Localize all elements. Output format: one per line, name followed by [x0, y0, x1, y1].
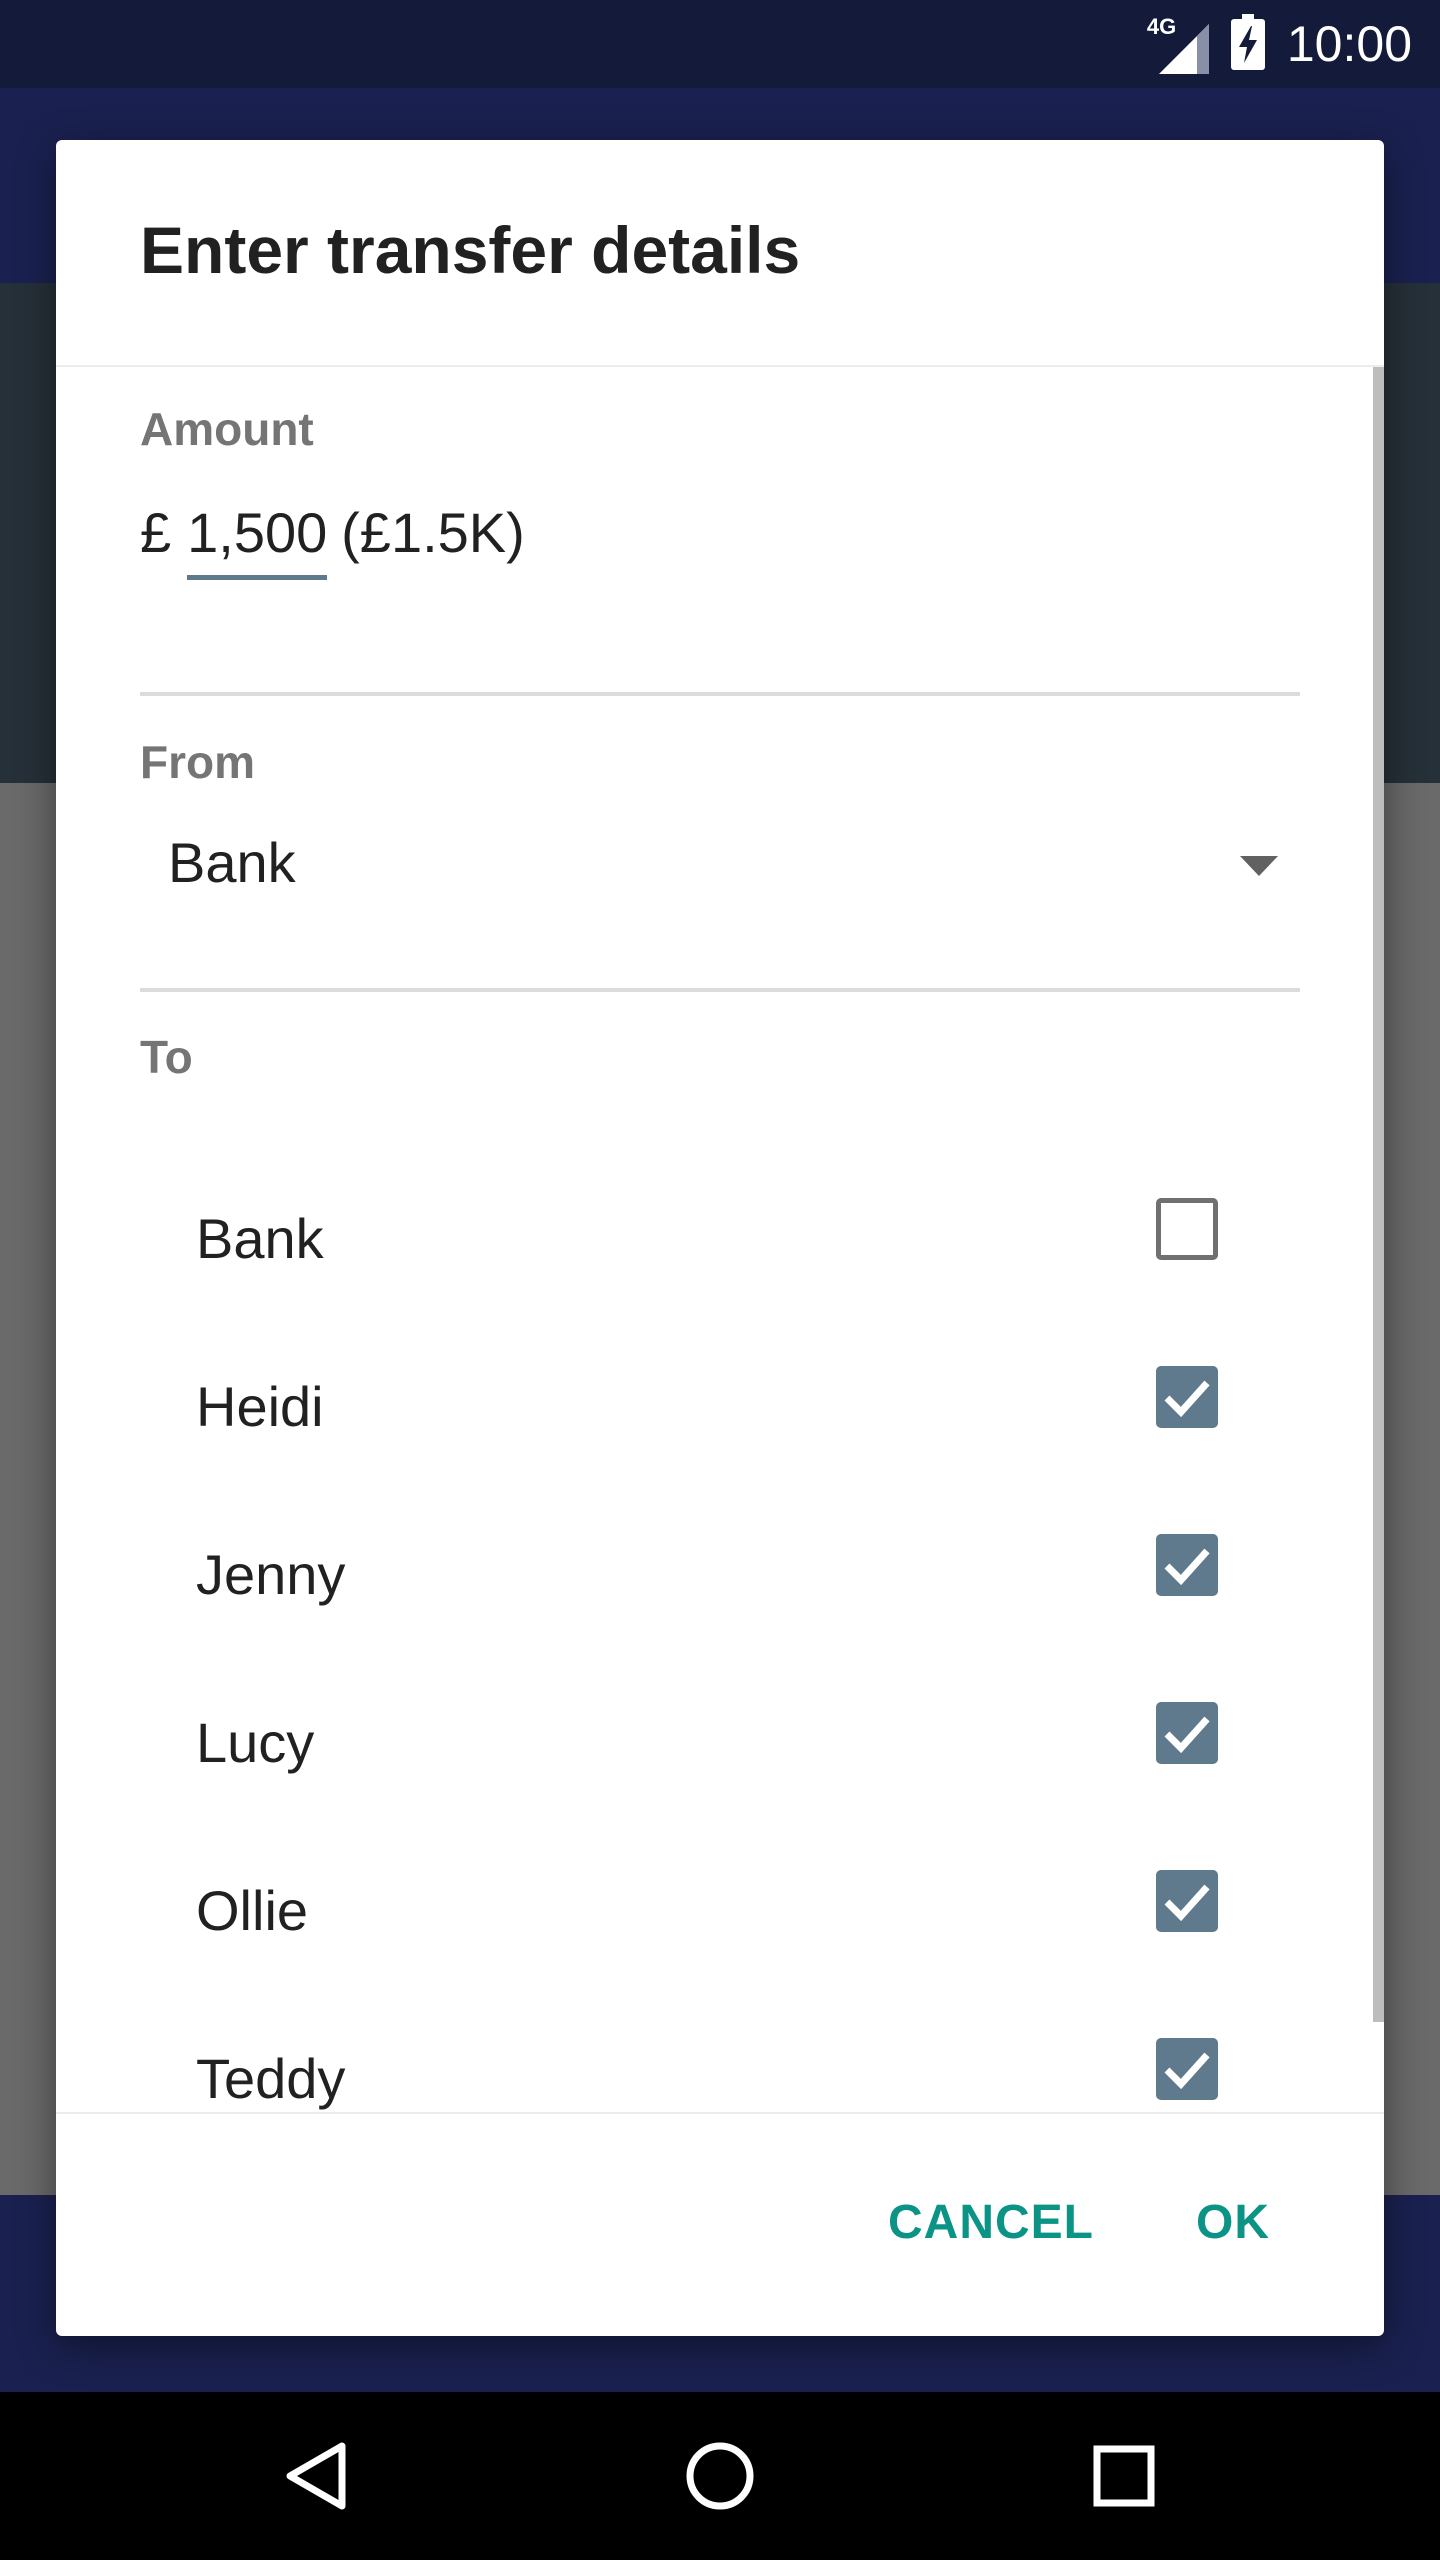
checkbox-checked[interactable] [1156, 2038, 1218, 2100]
home-circle-icon[interactable] [680, 2436, 760, 2516]
from-dropdown[interactable]: Bank [140, 800, 1300, 930]
dropdown-arrow-icon [1240, 856, 1278, 881]
to-item-label: Jenny [196, 1543, 346, 1606]
status-bar: 4G 10:00 [0, 0, 1440, 88]
amount-short-form: (£1.5K) [341, 501, 525, 564]
to-item-teddy[interactable]: Teddy [140, 2000, 1300, 2160]
to-item-bank[interactable]: Bank [140, 1160, 1300, 1320]
to-item-heidi[interactable]: Heidi [140, 1328, 1300, 1488]
checkmark-icon [1164, 1548, 1210, 1586]
checkmark-icon [1164, 1716, 1210, 1754]
amount-label: Amount [140, 403, 314, 455]
navigation-bar [0, 2392, 1440, 2560]
to-label: To [140, 1031, 193, 1083]
checkbox-checked[interactable] [1156, 1702, 1218, 1764]
cell-signal-icon: 4G [1147, 14, 1209, 74]
amount-divider [140, 692, 1300, 696]
cancel-button[interactable]: CANCEL [888, 2195, 1094, 2250]
checkbox-checked[interactable] [1156, 1366, 1218, 1428]
to-item-label: Ollie [196, 1879, 309, 1942]
clock: 10:00 [1286, 16, 1412, 72]
to-item-label: Bank [196, 1207, 324, 1270]
from-selected-value: Bank [168, 831, 296, 894]
recents-square-icon[interactable] [1084, 2436, 1164, 2516]
transfer-dialog: Enter transfer details Amount £ (£1.5K) … [56, 140, 1384, 2336]
checkbox-checked[interactable] [1156, 1534, 1218, 1596]
to-item-label: Heidi [196, 1375, 324, 1438]
to-item-ollie[interactable]: Ollie [140, 1832, 1300, 1992]
battery-charging-icon [1230, 13, 1265, 75]
status-icons: 4G 10:00 [1147, 0, 1412, 88]
back-triangle-icon[interactable] [276, 2436, 356, 2516]
actions-divider [56, 2112, 1384, 2114]
amount-input[interactable] [187, 500, 328, 580]
dialog-title: Enter transfer details [140, 213, 801, 287]
to-item-label: Lucy [196, 1711, 315, 1774]
checkmark-icon [1164, 1884, 1210, 1922]
title-divider [56, 365, 1384, 367]
ok-button[interactable]: OK [1196, 2195, 1270, 2250]
checkbox-unchecked[interactable] [1156, 1198, 1218, 1260]
checkbox-checked[interactable] [1156, 1870, 1218, 1932]
currency-symbol: £ [140, 501, 172, 564]
amount-row: £ (£1.5K) [140, 500, 525, 590]
to-item-lucy[interactable]: Lucy [140, 1664, 1300, 1824]
from-label: From [140, 736, 255, 788]
to-item-label: Teddy [196, 2047, 346, 2110]
from-divider [140, 988, 1300, 992]
to-item-jenny[interactable]: Jenny [140, 1496, 1300, 1656]
checkmark-icon [1164, 1380, 1210, 1418]
checkmark-icon [1164, 2052, 1210, 2090]
scrollbar[interactable] [1373, 367, 1384, 2022]
